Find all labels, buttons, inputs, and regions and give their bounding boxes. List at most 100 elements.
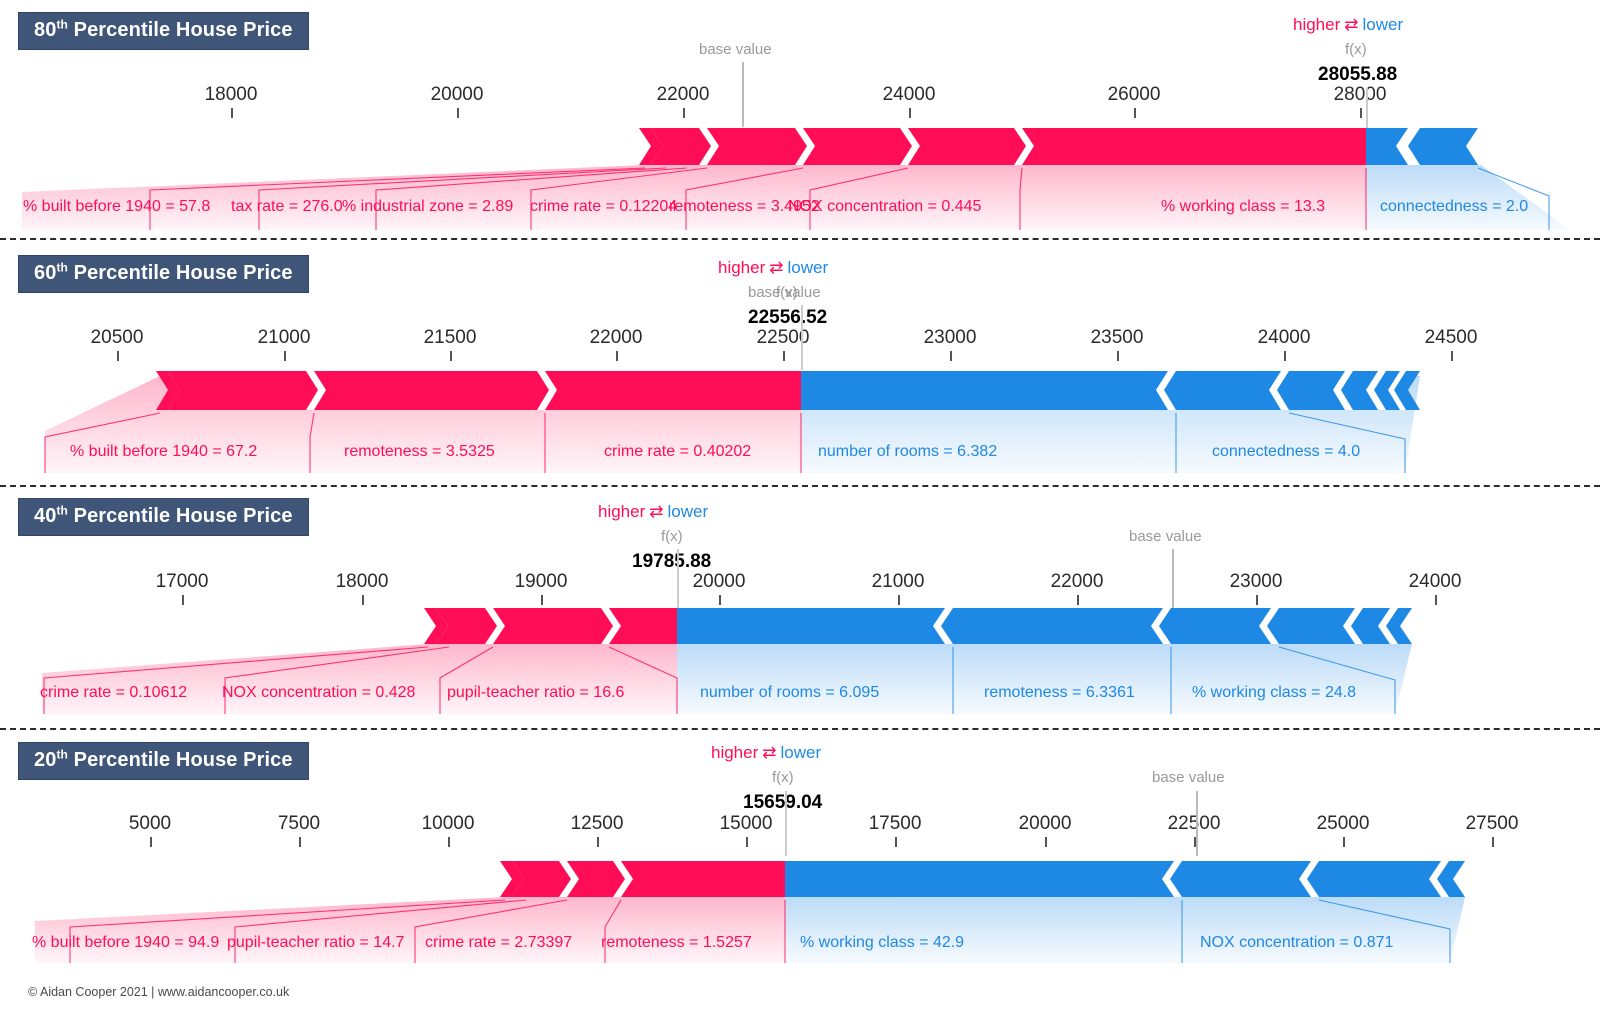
- feature-label: pupil-teacher ratio = 14.7: [227, 934, 405, 951]
- panel-title-prefix: 40: [34, 505, 57, 527]
- axis-tick-mark: [1435, 595, 1437, 605]
- axis-tick-mark: [1134, 108, 1136, 118]
- feature-label: crime rate = 0.12204: [530, 198, 678, 215]
- legend-higher-label: higher: [1293, 15, 1341, 34]
- legend-lower-label: lower: [787, 258, 829, 277]
- axis-tick-label: 25000: [1316, 813, 1370, 834]
- panel-20th: 20th Percentile House Price higher ⇄ lower…: [0, 731, 1600, 971]
- panel-40th: 40th Percentile House Price higher ⇄ lower…: [0, 488, 1600, 726]
- axis-tick-mark: [898, 595, 900, 605]
- axis-tick-label: 21500: [423, 327, 477, 348]
- legend-higher-lower: higher ⇄ lower: [598, 502, 708, 522]
- axis-tick-label: 19000: [514, 571, 568, 592]
- axis-tick-label: 17000: [155, 571, 209, 592]
- axis-tick-mark: [150, 837, 152, 847]
- feature-label: NOX concentration = 0.428: [222, 684, 416, 701]
- fx-value: 19785.88: [632, 551, 712, 572]
- axis-tick-label: 26000: [1107, 84, 1161, 105]
- axis-tick-label: 22000: [1050, 571, 1104, 592]
- fx-value: 28055.88: [1318, 64, 1398, 85]
- axis-tick-label: 15000: [719, 813, 773, 834]
- axis-tick-mark: [719, 595, 721, 605]
- axis-tick-mark: [284, 351, 286, 361]
- feature-label: crime rate = 0.40202: [604, 443, 752, 460]
- axis-tick-label: 7500: [277, 813, 321, 834]
- base-value-label: base value: [1152, 769, 1225, 786]
- feature-label: % built before 1940 = 67.2: [70, 443, 258, 460]
- feature-label: NOX concentration = 0.445: [788, 198, 982, 215]
- feature-label: % working class = 24.8: [1192, 684, 1357, 701]
- feature-label: remoteness = 6.3361: [984, 684, 1135, 701]
- axis-tick-label: 24000: [1408, 571, 1462, 592]
- fx-label: f(x): [661, 528, 683, 545]
- feature-label: pupil-teacher ratio = 16.6: [447, 684, 625, 701]
- fx-rule: [677, 549, 679, 614]
- axis-tick-label: 24000: [1257, 327, 1311, 348]
- axis-tick-mark: [541, 595, 543, 605]
- feature-label: connectedness = 2.0: [1380, 198, 1529, 215]
- fx-rule: [801, 305, 803, 370]
- swap-arrow-icon: ⇄: [649, 502, 664, 521]
- axis-tick-label: 18000: [335, 571, 389, 592]
- axis-tick-mark: [597, 837, 599, 847]
- axis-tick-mark: [616, 351, 618, 361]
- axis-tick-mark: [182, 595, 184, 605]
- legend-higher-lower: higher ⇄ lower: [718, 258, 828, 278]
- axis-tick-label: 18000: [204, 84, 258, 105]
- axis-tick-mark: [1117, 351, 1119, 361]
- panel-title-sup: th: [56, 503, 68, 518]
- axis-tick-label: 20000: [1018, 813, 1072, 834]
- axis-tick-mark: [117, 351, 119, 361]
- axis-tick-label: 12500: [570, 813, 624, 834]
- feature-label: % working class = 42.9: [800, 934, 965, 951]
- feature-label: % built before 1940 = 57.8: [23, 198, 211, 215]
- feature-label: crime rate = 2.73397: [425, 934, 573, 951]
- panel-title-sup: th: [56, 747, 68, 762]
- panel-title-sup: th: [56, 260, 68, 275]
- panel-title-suffix: Percentile House Price: [67, 19, 293, 41]
- feature-label: crime rate = 0.10612: [40, 684, 188, 701]
- feature-label: NOX concentration = 0.871: [1200, 934, 1394, 951]
- axis-tick-mark: [299, 837, 301, 847]
- fx-rule: [785, 791, 787, 856]
- axis-tick-mark: [783, 351, 785, 361]
- axis-tick-mark: [909, 108, 911, 118]
- axis-tick-label: 17500: [868, 813, 922, 834]
- axis-tick-label: 22000: [589, 327, 643, 348]
- feature-label: number of rooms = 6.095: [700, 684, 880, 701]
- panel-divider: [0, 238, 1600, 240]
- base-value-rule: [742, 62, 744, 127]
- base-value-rule: [1172, 549, 1174, 614]
- axis-tick-label: 10000: [421, 813, 475, 834]
- fx-value: 22556.52: [748, 307, 828, 328]
- axis-tick-mark: [1360, 108, 1362, 118]
- base-value-label: base value: [1129, 528, 1202, 545]
- panel-title-suffix: Percentile House Price: [67, 262, 293, 284]
- axis-tick-mark: [683, 108, 685, 118]
- base-value-rule: [1196, 791, 1198, 856]
- feature-label: % built before 1940 = 94.9: [32, 934, 220, 951]
- fx-value: 15659.04: [743, 792, 823, 813]
- legend-higher-label: higher: [598, 502, 646, 521]
- axis-tick-mark: [1077, 595, 1079, 605]
- fx-label: f(x): [772, 769, 794, 786]
- axis-tick-label: 24000: [882, 84, 936, 105]
- feature-label: % working class = 13.3: [1161, 198, 1326, 215]
- copyright-footer: © Aidan Cooper 2021 | www.aidancooper.co…: [28, 985, 290, 999]
- legend-higher-label: higher: [718, 258, 766, 277]
- axis-tick-label: 22000: [656, 84, 710, 105]
- axis-tick-label: 5000: [128, 813, 172, 834]
- panel-divider: [0, 728, 1600, 730]
- axis-tick-mark: [362, 595, 364, 605]
- axis-tick-mark: [450, 351, 452, 361]
- legend-higher-lower: higher ⇄ lower: [711, 743, 821, 763]
- axis-tick-mark: [1045, 837, 1047, 847]
- panel-title-prefix: 20: [34, 749, 57, 771]
- feature-label: connectedness = 4.0: [1212, 443, 1361, 460]
- feature-label: remoteness = 3.5325: [344, 443, 495, 460]
- feature-label: tax rate = 276.0: [231, 198, 343, 215]
- swap-arrow-icon: ⇄: [762, 743, 777, 762]
- axis-tick-label: 23000: [1229, 571, 1283, 592]
- axis-tick-mark: [1284, 351, 1286, 361]
- legend-lower-label: lower: [667, 502, 709, 521]
